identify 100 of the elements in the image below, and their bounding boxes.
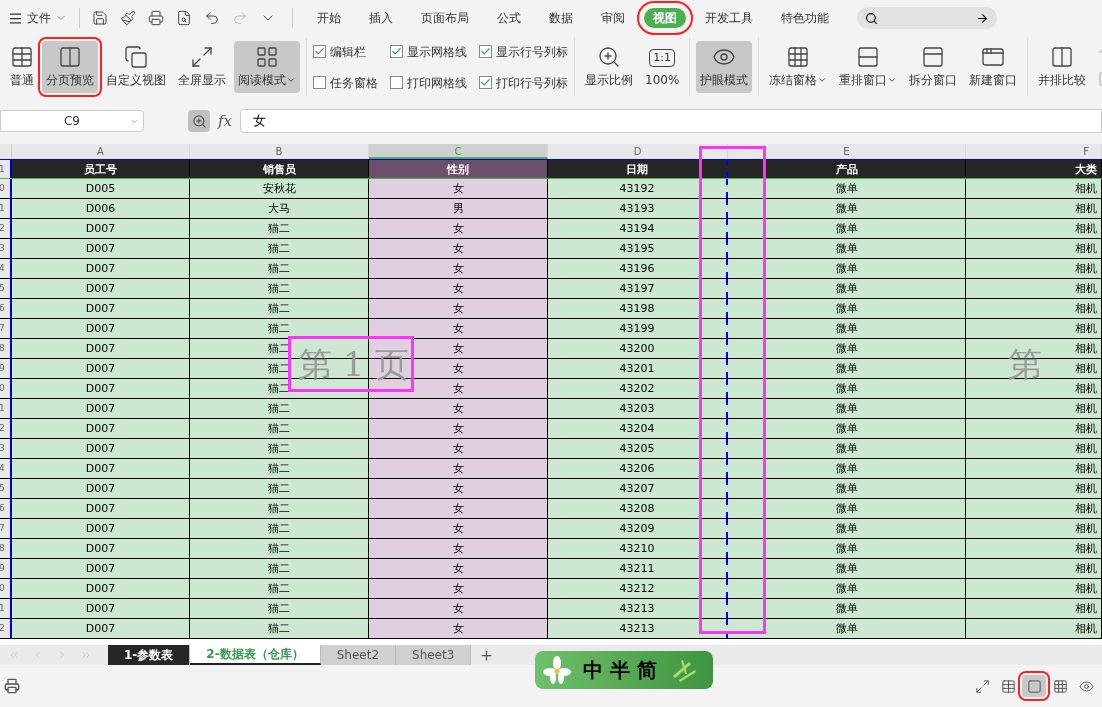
table-cell: 43201 [548,359,728,378]
table-cell: 相机 [966,479,1102,498]
ribbon-tab[interactable]: 页面布局 [412,8,478,28]
header-cell: 产品 [728,160,966,178]
table-cell: 女 [369,479,548,498]
toolbar-icon[interactable] [204,10,220,26]
table-cell: 微单 [728,179,966,198]
table-cell: 微单 [728,299,966,318]
sheet-tab[interactable]: Sheet2 [320,645,396,665]
row-number[interactable]: 9 [0,359,12,378]
checkbox[interactable]: 显示行号列标 [479,42,568,61]
table-cell: 安秋花 [190,179,369,198]
column-header[interactable]: E [728,144,966,159]
column-header[interactable]: F [966,144,1102,159]
table-cell: 猫二 [190,599,369,618]
table-cell: 猫二 [190,459,369,478]
add-sheet-icon[interactable] [479,647,495,663]
row-number[interactable]: 8 [0,339,12,358]
table-cell: 相机 [966,579,1102,598]
table-cell: 43198 [548,299,728,318]
printer-icon[interactable] [4,678,20,694]
arrow-icon [976,11,989,25]
row-number[interactable]: 7 [0,319,12,338]
ribbon-button[interactable]: 自定义视图 [102,41,170,93]
sheet-tab[interactable]: 1-参数表 [108,645,191,665]
ribbon-button[interactable]: 1:1 100% [641,41,684,93]
ribbon-tab[interactable]: 审阅 [592,8,634,28]
name-box[interactable]: C9 [0,110,144,132]
ribbon-button[interactable]: 显示比例 [581,41,637,93]
table-cell: 猫二 [190,239,369,258]
table-cell: 相机 [966,519,1102,538]
ribbon-button[interactable]: 护眼模式 [696,41,753,93]
ribbon-button[interactable]: 重排窗口 [835,41,902,93]
table-cell: 43213 [548,619,728,638]
table-cell: 微单 [728,379,966,398]
checkbox[interactable]: 打印行号列标 [479,73,568,92]
ribbon-button[interactable]: 并排比较 [1034,41,1091,93]
ribbon-tab[interactable]: 开发工具 [696,8,762,28]
function-button[interactable]: fx [218,109,232,133]
check-icon [480,77,491,88]
formula-field[interactable]: 女 [240,109,1102,133]
ribbon-button[interactable]: 拆分窗口 [905,41,962,93]
table-cell: 猫二 [190,499,369,518]
row-number[interactable]: 1 [0,599,12,618]
row-number[interactable]: 4 [0,259,12,278]
table-cell: 微单 [728,479,966,498]
ribbon-button[interactable]: 普通 [6,41,38,93]
zoom-icon[interactable] [191,113,207,129]
ribbon-tab[interactable]: 特色功能 [772,8,838,28]
row-number[interactable]: 1 [0,399,12,418]
row-number[interactable]: 2 [0,219,12,238]
row-number[interactable]: 1 [0,199,12,218]
toolbar-icon[interactable] [176,10,192,26]
ribbon-tab[interactable]: 公式 [488,8,530,28]
file-menu[interactable]: 文件 [4,9,71,27]
ribbon-button[interactable]: 冻结窗格 [765,41,832,93]
row-number[interactable]: 0 [0,579,12,598]
header-cell: 性别 [369,160,548,178]
row-number[interactable]: 1 [0,160,12,178]
row-number[interactable]: 7 [0,519,12,538]
toolbar-icon[interactable] [92,10,108,26]
table-cell: 猫二 [190,319,369,338]
row-number[interactable]: 9 [0,559,12,578]
row-number[interactable]: 3 [0,439,12,458]
row-number[interactable]: 5 [0,479,12,498]
checkbox[interactable]: 任务窗格 [313,73,378,92]
table-cell: D007 [12,579,190,598]
checkbox[interactable]: 显示网格线 [390,42,467,61]
column-header[interactable]: A [12,144,190,159]
toolbar-icon[interactable] [120,10,136,26]
search-field[interactable] [857,7,997,29]
ribbon-tab[interactable]: 数据 [540,8,582,28]
row-number[interactable]: 5 [0,279,12,298]
row-number[interactable]: 2 [0,419,12,438]
ribbon-button[interactable]: 全屏显示 [174,41,230,93]
table-cell: 相机 [966,259,1102,278]
row-number[interactable]: 6 [0,499,12,518]
row-number[interactable]: 3 [0,239,12,258]
ribbon-tab[interactable]: 开始 [308,8,350,28]
row-number[interactable]: 4 [0,459,12,478]
ratio-icon: 1:1 [649,49,675,67]
checkbox[interactable]: 编辑栏 [313,42,378,61]
sheet-tab[interactable]: 2-数据表（仓库） [190,645,321,665]
row-number[interactable]: 6 [0,299,12,318]
toolbar-icon[interactable] [148,10,164,26]
row-number[interactable]: 0 [0,179,12,198]
input-method-badge[interactable]: 中 半 简 [535,651,713,689]
row-number[interactable]: 0 [0,379,12,398]
ribbon-tab[interactable]: 插入 [360,8,402,28]
table-cell: 相机 [966,459,1102,478]
ribbon-button[interactable]: 新建窗口 [965,41,1022,93]
column-header[interactable]: D [548,144,728,159]
table-cell: D007 [12,439,190,458]
ribbon-button[interactable]: 阅读模式 [234,41,300,93]
sheet-tab[interactable]: Sheet3 [396,645,472,665]
table-cell: 微单 [728,279,966,298]
row-number[interactable]: 8 [0,539,12,558]
row-number[interactable]: 2 [0,619,12,638]
checkbox[interactable]: 打印网格线 [390,73,467,92]
table-cell: 相机 [966,499,1102,518]
